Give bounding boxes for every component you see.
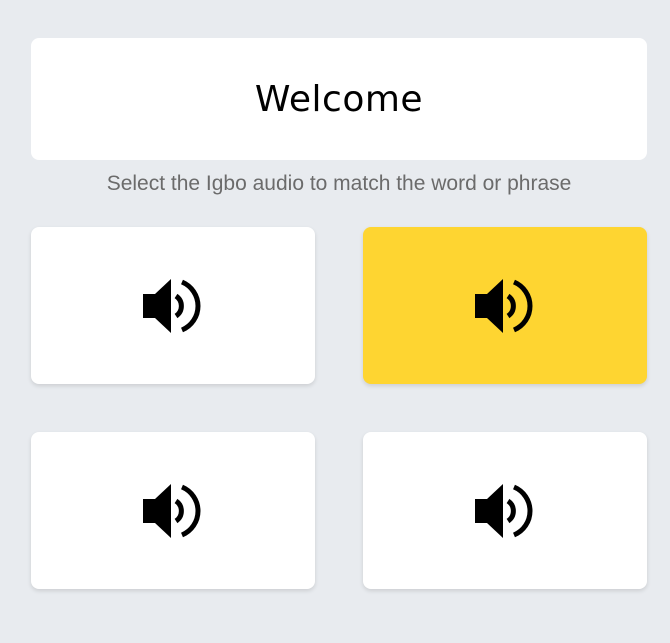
speaker-icon	[475, 278, 533, 333]
word-card: Welcome	[31, 38, 647, 160]
prompt-word: Welcome	[254, 78, 424, 120]
speaker-icon	[143, 483, 201, 538]
audio-option-4[interactable]	[363, 432, 647, 589]
audio-option-2[interactable]	[363, 227, 647, 384]
speaker-icon	[143, 278, 201, 333]
audio-option-1[interactable]	[31, 227, 315, 384]
speaker-icon	[475, 483, 533, 538]
audio-option-3[interactable]	[31, 432, 315, 589]
instruction-text: Select the Igbo audio to match the word …	[106, 172, 572, 195]
